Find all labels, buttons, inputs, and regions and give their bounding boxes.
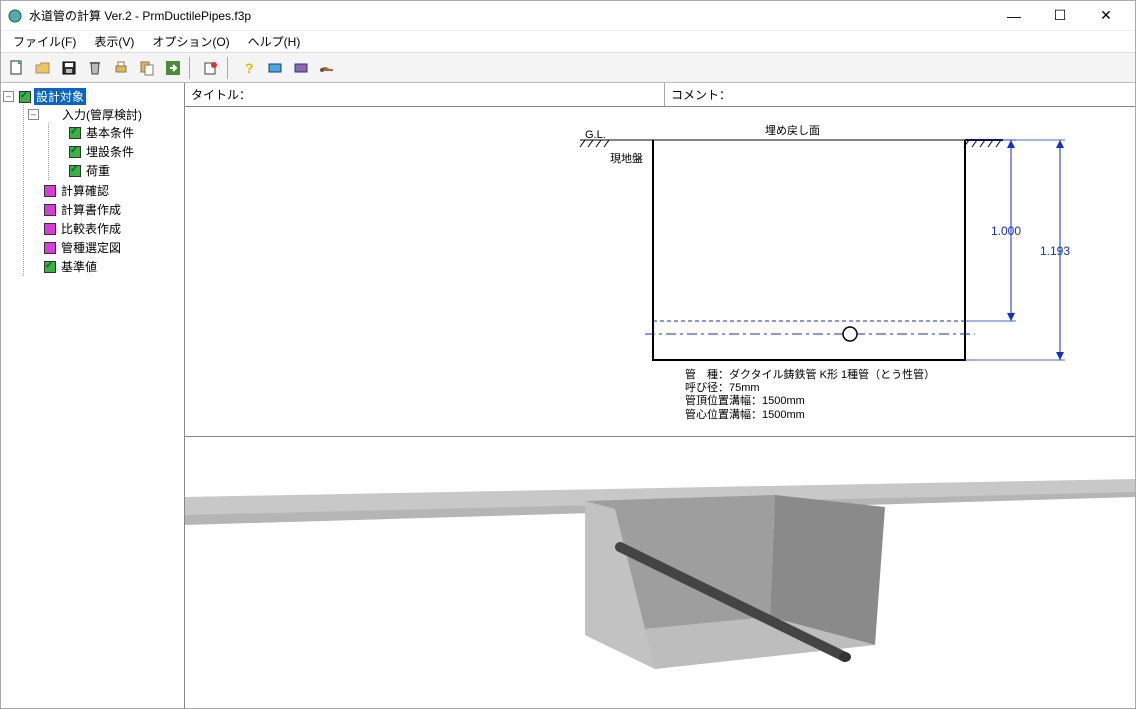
label-backfill: 埋め戻し面 (765, 124, 820, 137)
checkbox-icon[interactable] (44, 242, 56, 254)
checkbox-icon[interactable] (69, 146, 81, 158)
maximize-button[interactable]: ☐ (1037, 2, 1083, 30)
checkbox-icon[interactable] (44, 185, 56, 197)
window-title: 水道管の計算 Ver.2 - PrmDuctilePipes.f3p (29, 7, 991, 24)
header-comment: コメント： (665, 83, 1135, 106)
menu-option[interactable]: オプション(O) (144, 31, 237, 52)
svg-text:?: ? (245, 60, 254, 76)
minimize-button[interactable]: ― (991, 2, 1037, 30)
checkbox-icon[interactable] (69, 127, 81, 139)
checkbox-icon[interactable] (44, 223, 56, 235)
pipe-width1: 管頂位置溝幅：1500mm (685, 395, 935, 408)
toolbar-separator (227, 57, 233, 79)
tree-calc-check[interactable]: 計算確認 (28, 182, 182, 199)
export-button[interactable] (135, 56, 159, 80)
tree-pipe-select[interactable]: 管種選定図 (28, 239, 182, 256)
view-3d-pane[interactable] (185, 437, 1135, 708)
tree-compare[interactable]: 比較表作成 (28, 220, 182, 237)
tree-label-standard[interactable]: 基準値 (59, 258, 99, 275)
open-button[interactable] (31, 56, 55, 80)
collapse-icon[interactable]: – (28, 109, 39, 120)
pipe-info-text: 管 種：ダクタイル鋳鉄管 K形 1種管（とう性管） 呼び径：75mm 管頂位置溝… (685, 369, 935, 422)
tree-label-compare[interactable]: 比較表作成 (59, 220, 123, 237)
label-ground: 現地盤 (610, 152, 643, 165)
tree-label-select[interactable]: 管種選定図 (59, 239, 123, 256)
save-button[interactable] (57, 56, 81, 80)
tree-load[interactable]: 荷重 (53, 162, 182, 179)
app-icon (7, 8, 23, 24)
tree-label-root[interactable]: 設計対象 (34, 88, 86, 105)
tree-basic[interactable]: 基本条件 (53, 124, 182, 141)
close-button[interactable]: ✕ (1083, 2, 1129, 30)
print-button[interactable] (109, 56, 133, 80)
dimension-depth-2: 1.193 (965, 140, 1070, 360)
view-3d-svg (185, 437, 1135, 708)
dimension-depth-1: 1.000 (965, 140, 1021, 321)
tree-standard[interactable]: 基準値 (28, 258, 182, 275)
delete-button[interactable] (83, 56, 107, 80)
header-bar: タイトル： コメント： (185, 83, 1135, 107)
diagram-2d-pane[interactable]: G.L. 埋め戻し面 現地盤 (185, 107, 1135, 437)
label-gl: G.L. (585, 129, 606, 141)
db2-button[interactable] (289, 56, 313, 80)
main-panel: タイトル： コメント： G.L. 埋め戻し面 現地盤 (185, 83, 1135, 708)
checkbox-icon[interactable] (44, 204, 56, 216)
toolbar-separator (189, 57, 195, 79)
menubar: ファイル(F) 表示(V) オプション(O) ヘルプ(H) (1, 31, 1135, 53)
tree-label-input[interactable]: 入力(管厚検討) (60, 106, 144, 123)
tree-label-calc[interactable]: 計算確認 (59, 182, 111, 199)
menu-file[interactable]: ファイル(F) (5, 31, 84, 52)
db1-button[interactable] (263, 56, 287, 80)
header-title: タイトル： (185, 83, 665, 106)
tree-input[interactable]: – 入力(管厚検討) (28, 106, 182, 123)
menu-view[interactable]: 表示(V) (86, 31, 142, 52)
tree-label-report[interactable]: 計算書作成 (59, 201, 123, 218)
tree-label-bury[interactable]: 埋設条件 (84, 143, 136, 160)
checkbox-icon[interactable] (69, 165, 81, 177)
tree-panel: – 設計対象 – 入力(管厚検討) 基本条件 埋設条件 (1, 83, 185, 708)
dim-value-1: 1.000 (991, 224, 1021, 238)
menu-help[interactable]: ヘルプ(H) (240, 31, 309, 52)
pipe-type: 管 種：ダクタイル鋳鉄管 K形 1種管（とう性管） (685, 369, 935, 382)
pipe-width2: 管心位置溝幅：1500mm (685, 409, 935, 422)
titlebar: 水道管の計算 Ver.2 - PrmDuctilePipes.f3p ― ☐ ✕ (1, 1, 1135, 31)
help-button[interactable]: ? (237, 56, 261, 80)
tree-bury[interactable]: 埋設条件 (53, 143, 182, 160)
run-button[interactable] (161, 56, 185, 80)
header-title-label: タイトル： (191, 86, 251, 103)
tree-label-load[interactable]: 荷重 (84, 162, 112, 179)
checkbox-icon[interactable] (19, 91, 31, 103)
toolbar: ? (1, 53, 1135, 83)
pipe-diameter: 呼び径：75mm (685, 382, 935, 395)
header-comment-label: コメント： (671, 86, 731, 103)
tree-report[interactable]: 計算書作成 (28, 201, 182, 218)
diagram-2d-svg: G.L. 埋め戻し面 現地盤 (185, 107, 1135, 437)
collapse-icon[interactable]: – (3, 91, 14, 102)
tree-label-basic[interactable]: 基本条件 (84, 124, 136, 141)
db3-button[interactable] (315, 56, 339, 80)
checkbox-icon[interactable] (44, 261, 56, 273)
new-button[interactable] (5, 56, 29, 80)
tree-root[interactable]: – 設計対象 (3, 88, 182, 105)
dim-value-2: 1.193 (1040, 244, 1070, 258)
content-area: – 設計対象 – 入力(管厚検討) 基本条件 埋設条件 (1, 83, 1135, 708)
options-button[interactable] (199, 56, 223, 80)
